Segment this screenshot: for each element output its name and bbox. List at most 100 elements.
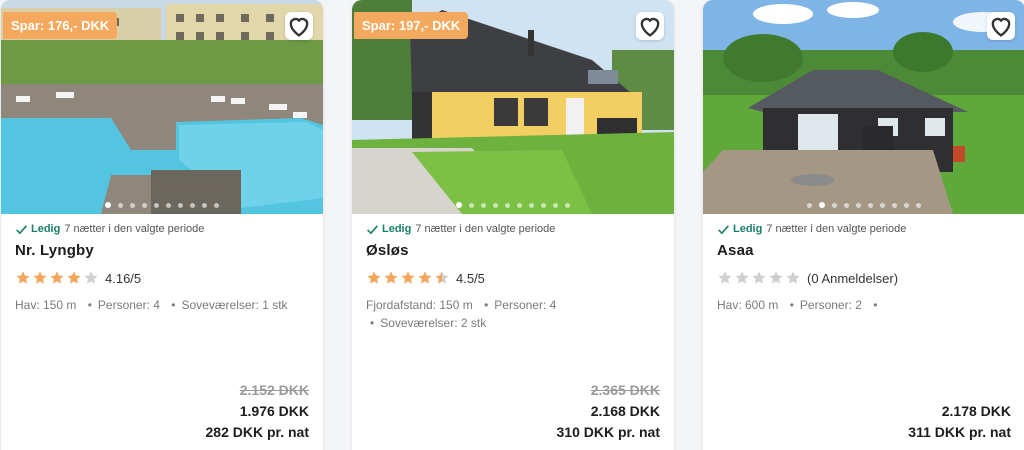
star-icon <box>84 271 98 284</box>
favorite-heart-icon[interactable] <box>987 12 1015 40</box>
availability: Ledig 7 nætter i den valgte periode <box>15 222 309 236</box>
price-per-night: 282 DKK pr. nat <box>205 424 309 440</box>
star-icon <box>418 271 432 284</box>
period-text: 7 nætter i den valgte periode <box>64 223 205 235</box>
listing-photo[interactable]: Spar: 197,- DKK <box>352 0 674 214</box>
carousel-dot[interactable] <box>202 202 207 208</box>
carousel-dot[interactable] <box>178 202 183 208</box>
availability: Ledig 7 nætter i den valgte periode <box>717 222 1011 236</box>
carousel-dot[interactable] <box>856 202 861 208</box>
total-price: 1.976 DKK <box>239 403 309 419</box>
carousel-dot[interactable] <box>154 202 159 208</box>
star-icon <box>33 271 47 284</box>
listing-facts: Hav: 600 m • Personer: 2 • <box>717 298 878 312</box>
fact-persons: Personer: 4 <box>494 298 557 312</box>
check-icon <box>16 224 27 234</box>
carousel-dot[interactable] <box>505 202 510 208</box>
rating: 4.16/5 <box>15 269 309 287</box>
listing-card[interactable]: Spar: 197,- DKK Ledig 7 nætter i den val… <box>352 0 674 450</box>
star-icon <box>769 271 783 284</box>
listing-title[interactable]: Asaa <box>717 242 1011 262</box>
fact-bedrooms: Soveværelser: 2 stk <box>380 316 487 330</box>
total-price: 2.168 DKK <box>590 403 660 419</box>
listing-photo[interactable] <box>703 0 1024 214</box>
fact-persons: Personer: 2 <box>799 298 862 312</box>
star-icon <box>16 271 30 284</box>
check-icon <box>367 224 378 234</box>
price-per-night: 310 DKK pr. nat <box>556 424 660 440</box>
carousel-dot[interactable] <box>553 202 558 208</box>
listing-facts: Hav: 150 m • Personer: 4 • Soveværelser: 1… <box>15 298 288 312</box>
carousel-dot[interactable] <box>517 202 522 208</box>
star-icon <box>786 271 800 284</box>
discount-badge: Spar: 176,- DKK <box>3 12 118 39</box>
carousel-dot[interactable] <box>118 202 123 208</box>
fact-sea-distance: Hav: 600 m <box>717 298 779 312</box>
rating-score: 4.16/5 <box>105 270 142 286</box>
favorite-heart-icon[interactable] <box>636 12 664 40</box>
carousel-dot[interactable] <box>529 202 534 208</box>
favorite-heart-icon[interactable] <box>285 12 313 40</box>
old-price: 2.152 DKK <box>239 382 309 398</box>
check-icon <box>718 224 729 234</box>
price-block: 2.152 DKK 1.976 DKK 282 DKK pr. nat <box>206 382 309 445</box>
star-rating <box>366 270 450 286</box>
price-block: 2.365 DKK 2.168 DKK 310 DKK pr. nat <box>557 382 660 445</box>
star-icon <box>718 271 732 284</box>
carousel-dot[interactable] <box>832 202 837 208</box>
period-text: 7 nætter i den valgte periode <box>415 223 556 235</box>
rating: 4.5/5 <box>366 269 660 287</box>
star-icon <box>50 271 64 284</box>
carousel-dot[interactable] <box>493 202 498 208</box>
star-icon <box>435 271 449 284</box>
carousel-dot[interactable] <box>916 202 921 208</box>
discount-badge: Spar: 197,- DKK <box>354 12 469 39</box>
star-icon <box>384 271 398 284</box>
carousel-dot[interactable] <box>481 202 486 208</box>
availability: Ledig 7 nætter i den valgte periode <box>366 222 660 236</box>
star-icon <box>752 271 766 284</box>
price-block: 2.178 DKK 311 DKK pr. nat <box>908 403 1011 445</box>
carousel-dot[interactable] <box>190 202 195 208</box>
carousel-dot[interactable] <box>456 202 462 208</box>
price-per-night: 311 DKK pr. nat <box>908 424 1011 440</box>
carousel-dot[interactable] <box>868 202 873 208</box>
rating-count: (0 Anmeldelser) <box>807 270 899 286</box>
available-label: Ledig <box>733 223 763 235</box>
carousel-dot[interactable] <box>541 202 546 208</box>
carousel-dot[interactable] <box>807 202 812 208</box>
carousel-dot[interactable] <box>892 202 897 208</box>
listing-title[interactable]: Øsløs <box>366 242 660 262</box>
carousel-dot[interactable] <box>844 202 849 208</box>
carousel-dot[interactable] <box>105 202 111 208</box>
listing-photo[interactable]: Spar: 176,- DKK <box>1 0 323 214</box>
image-carousel-dots[interactable] <box>352 202 674 208</box>
carousel-dot[interactable] <box>166 202 171 208</box>
listing-card[interactable]: Ledig 7 nætter i den valgte periode Asaa… <box>703 0 1024 450</box>
star-icon <box>367 271 381 284</box>
old-price: 2.365 DKK <box>590 382 660 398</box>
listing-title[interactable]: Nr. Lyngby <box>15 242 309 262</box>
total-price: 2.178 DKK <box>941 403 1011 419</box>
listing-card[interactable]: Spar: 176,- DKK Ledig 7 nætter i den val… <box>1 0 323 450</box>
fact-fjord-distance: Fjordafstand: 150 m <box>366 298 473 312</box>
carousel-dot[interactable] <box>214 202 219 208</box>
available-label: Ledig <box>31 223 61 235</box>
star-rating <box>15 270 99 286</box>
carousel-dot[interactable] <box>469 202 474 208</box>
carousel-dot[interactable] <box>904 202 909 208</box>
carousel-dot[interactable] <box>880 202 885 208</box>
image-carousel-dots[interactable] <box>1 202 323 208</box>
fact-persons: Personer: 4 <box>97 298 160 312</box>
available-label: Ledig <box>382 223 412 235</box>
black-cabin-photo <box>703 0 1024 214</box>
star-icon <box>401 271 415 284</box>
carousel-dot[interactable] <box>142 202 147 208</box>
fact-bedrooms: Soveværelser: 1 stk <box>181 298 288 312</box>
period-text: 7 nætter i den valgte periode <box>766 223 907 235</box>
carousel-dot[interactable] <box>130 202 135 208</box>
star-icon <box>735 271 749 284</box>
image-carousel-dots[interactable] <box>703 202 1024 208</box>
carousel-dot[interactable] <box>819 202 825 208</box>
carousel-dot[interactable] <box>565 202 570 208</box>
